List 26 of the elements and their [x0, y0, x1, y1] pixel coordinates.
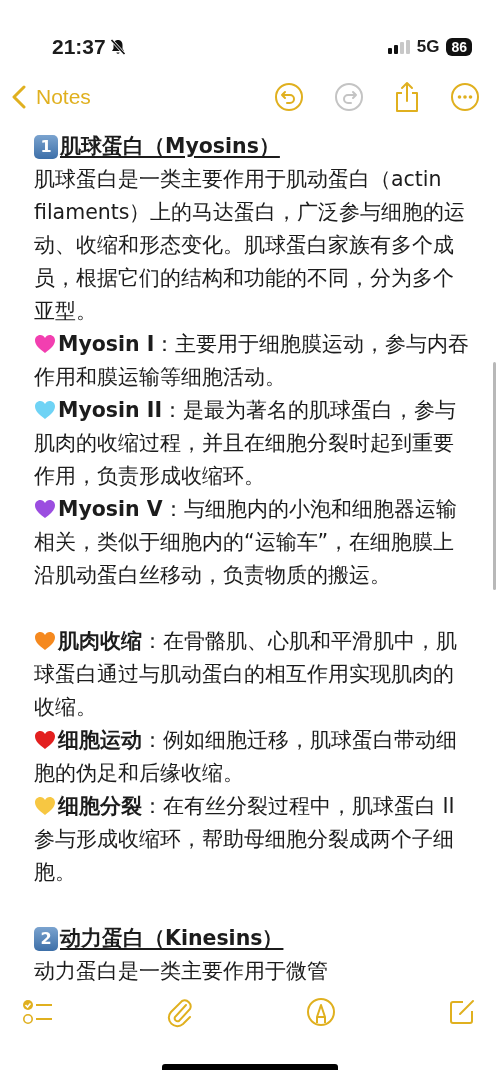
share-icon[interactable] [394, 81, 420, 113]
section-heading: 动力蛋白（Kinesins） [60, 925, 284, 952]
number-keycap: 2 [34, 926, 58, 951]
battery-indicator: 86 [446, 38, 472, 56]
back-button[interactable]: Notes [12, 85, 91, 109]
list-item-text: Myosin V：与细胞内的小泡和细胞器运输相关，类似于细胞内的“运输车”，在细胞膜上沿肌动蛋白丝移动，负责物质的搬运。 [34, 497, 457, 587]
paperclip-icon[interactable] [166, 996, 194, 1028]
status-time: 21:37 [52, 35, 106, 59]
muted-bell-icon [108, 38, 127, 56]
more-icon[interactable] [450, 82, 480, 112]
undo-icon[interactable] [274, 82, 304, 112]
checklist-icon[interactable] [22, 997, 54, 1027]
list-item-text: Myosin II：是最为著名的肌球蛋白，参与肌肉的收缩过程，并且在细胞分裂时起到重要作用，负责形成收缩环。 [34, 398, 457, 488]
list-item-text: 肌肉收缩：在骨骼肌、心肌和平滑肌中，肌球蛋白通过与肌动蛋白的相互作用实现肌肉的收缩。 [34, 629, 457, 719]
paragraph: 肌球蛋白是一类主要作用于肌动蛋白（actin filaments）上的马达蛋白，广泛参与细胞的运动、收缩和形态变化。肌球蛋白家族有多个成员，根据它们的结构和功能的不同，分为多个亚型。 [34, 166, 467, 325]
list-item-text: 细胞运动：例如细胞迁移，肌球蛋白带动细胞的伪足和后缘收缩。 [34, 728, 457, 785]
list-item-text: 细胞分裂：在有丝分裂过程中，肌球蛋白 II 参与形成收缩环，帮助母细胞分裂成两个子细胞。 [34, 794, 455, 884]
compose-icon[interactable] [448, 998, 476, 1026]
network-label: 5G [416, 37, 440, 57]
number-keycap: 1 [34, 134, 58, 159]
chevron-left-icon [12, 85, 26, 109]
paragraph: 动力蛋白是一类主要作用于微管 [34, 958, 329, 985]
list-item-text: Myosin I：主要用于细胞膜运动，参与内吞作用和膜运输等细胞活动。 [34, 332, 470, 389]
section-heading: 肌球蛋白（Myosins） [60, 133, 280, 160]
pen-tip-icon[interactable] [306, 997, 336, 1027]
signal-icon [387, 40, 410, 54]
